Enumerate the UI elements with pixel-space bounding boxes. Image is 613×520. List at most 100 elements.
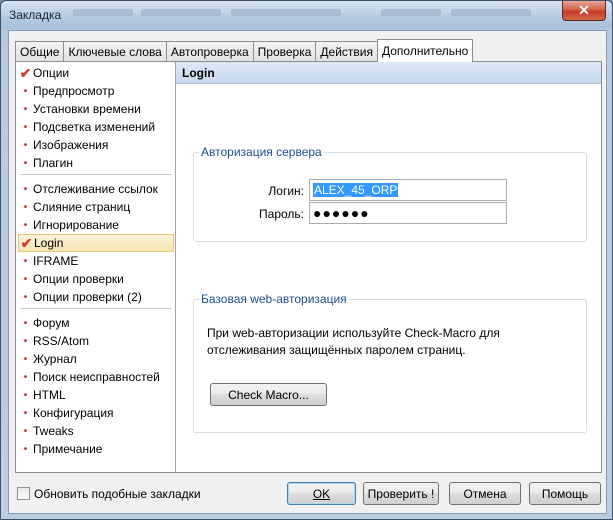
nav-item-html[interactable]: • HTML: [18, 386, 174, 404]
web-auth-description-line: отслеживания защищённых паролем страниц.: [207, 343, 466, 357]
nav-item-label: HTML: [33, 388, 66, 402]
pane-header: Login: [176, 62, 601, 84]
nav-item-check-options-2[interactable]: • Опции проверки (2): [18, 288, 174, 306]
nav-item-label: Плагин: [33, 156, 74, 170]
nav-item-check-options[interactable]: • Опции проверки: [18, 270, 174, 288]
nav-item-label: Отслеживание ссылок: [33, 182, 158, 196]
update-similar-label: Обновить подобные закладки: [34, 487, 201, 501]
nav-item-images[interactable]: • Изображения: [18, 136, 174, 154]
password-field[interactable]: ●●●●●●: [309, 202, 507, 224]
tab-actions[interactable]: Действия: [315, 41, 378, 61]
nav-item-label: Предпросмотр: [33, 84, 115, 98]
check-icon: ✔: [20, 234, 33, 251]
nav-item-configuration[interactable]: • Конфигурация: [18, 404, 174, 422]
nav-item-label: Игнорирование: [33, 218, 119, 232]
server-auth-group-title: Авторизация сервера: [199, 145, 324, 159]
bullet-icon: •: [23, 103, 28, 115]
nav-item-label: Tweaks: [33, 424, 74, 438]
nav-item-time-settings[interactable]: • Установки времени: [18, 100, 174, 118]
nav-item-notes[interactable]: • Примечание: [18, 440, 174, 458]
nav-item-login[interactable]: ✔ Login: [18, 234, 174, 252]
nav-item-page-merge[interactable]: • Слияние страниц: [18, 198, 174, 216]
cancel-button[interactable]: Отмена: [449, 482, 521, 505]
login-field-value: ALEX_45_ORP: [313, 183, 399, 197]
web-auth-group: Базовая web-авторизация При web-авториза…: [193, 292, 587, 433]
options-nav-list: ✔ Опции • Предпросмотр • Установки времени …: [16, 62, 176, 472]
window-title: Закладка: [9, 8, 62, 22]
nav-item-forum[interactable]: • Форум: [18, 314, 174, 332]
nav-item-journal[interactable]: • Журнал: [18, 350, 174, 368]
login-field[interactable]: ALEX_45_ORP: [309, 179, 507, 201]
bullet-icon: •: [23, 425, 28, 437]
tab-check[interactable]: Проверка: [252, 41, 317, 61]
nav-item-label: Опции: [33, 66, 70, 80]
close-button[interactable]: ✕: [562, 1, 606, 21]
tab-strip: Общие Ключевые слова Автопроверка Провер…: [15, 39, 474, 62]
tab-keywords[interactable]: Ключевые слова: [63, 41, 167, 61]
nav-item-label: IFRAME: [33, 254, 79, 268]
nav-item-label: Форум: [33, 316, 70, 330]
password-field-value: ●●●●●●: [313, 205, 370, 221]
nav-item-label: Журнал: [33, 352, 77, 366]
bullet-icon: •: [23, 389, 28, 401]
nav-item-rss-atom[interactable]: • RSS/Atom: [18, 332, 174, 350]
tab-advanced[interactable]: Дополнительно: [376, 39, 474, 62]
check-now-button[interactable]: Проверить !: [363, 482, 439, 505]
title-bar-background: [141, 9, 221, 16]
nav-item-iframe[interactable]: • IFRAME: [18, 252, 174, 270]
bullet-icon: •: [23, 273, 28, 285]
nav-item-plugin[interactable]: • Плагин: [18, 154, 174, 172]
nav-separator: [20, 174, 172, 175]
bullet-icon: •: [23, 121, 28, 133]
bullet-icon: •: [23, 353, 28, 365]
bullet-icon: •: [23, 255, 28, 267]
title-bar-background: [381, 9, 441, 16]
nav-item-tweaks[interactable]: • Tweaks: [18, 422, 174, 440]
nav-item-label: Подсветка изменений: [33, 120, 156, 134]
nav-separator: [20, 308, 172, 309]
update-similar-checkbox[interactable]: [17, 487, 30, 500]
check-macro-button[interactable]: Check Macro...: [210, 383, 327, 406]
nav-item-label: Слияние страниц: [33, 200, 131, 214]
bullet-icon: •: [23, 183, 28, 195]
nav-item-preview[interactable]: • Предпросмотр: [18, 82, 174, 100]
help-button[interactable]: Помощь: [529, 482, 601, 505]
title-bar[interactable]: Закладка ✕: [1, 1, 612, 29]
tab-general[interactable]: Общие: [15, 41, 65, 61]
title-bar-background: [231, 9, 341, 16]
bullet-icon: •: [23, 157, 28, 169]
close-icon: ✕: [578, 2, 590, 18]
nav-item-label: RSS/Atom: [33, 334, 90, 348]
server-auth-group: Авторизация сервера Логин: ALEX_45_ORP П…: [193, 145, 587, 242]
nav-item-label: Конфигурация: [33, 406, 114, 420]
nav-item-options[interactable]: ✔ Опции: [18, 64, 174, 82]
bullet-icon: •: [23, 139, 28, 151]
bullet-icon: •: [23, 371, 28, 383]
nav-item-label: Поиск неисправностей: [33, 370, 160, 384]
bullet-icon: •: [23, 201, 28, 213]
tab-panel-advanced: ✔ Опции • Предпросмотр • Установки времени …: [15, 61, 602, 473]
nav-item-troubleshooting[interactable]: • Поиск неисправностей: [18, 368, 174, 386]
bullet-icon: •: [23, 291, 28, 303]
check-icon: ✔: [19, 64, 32, 81]
nav-item-label: Изображения: [33, 138, 109, 152]
dialog-client-area: Общие Ключевые слова Автопроверка Провер…: [8, 30, 607, 514]
nav-item-label: Опции проверки: [33, 272, 124, 286]
nav-item-label: Опции проверки (2): [33, 290, 142, 304]
title-bar-background: [451, 9, 531, 16]
web-auth-group-title: Базовая web-авторизация: [199, 292, 349, 306]
bullet-icon: •: [23, 85, 28, 97]
web-auth-description-line: При web-авторизации используйте Check-Ma…: [207, 326, 500, 340]
nav-item-link-tracking[interactable]: • Отслеживание ссылок: [18, 180, 174, 198]
ok-button[interactable]: OK: [287, 482, 356, 505]
web-auth-description: При web-авторизации используйте Check-Ma…: [207, 325, 577, 359]
nav-item-label: Login: [34, 236, 64, 250]
tab-autocheck[interactable]: Автопроверка: [165, 41, 254, 61]
bullet-icon: •: [23, 219, 28, 231]
nav-item-highlight-changes[interactable]: • Подсветка изменений: [18, 118, 174, 136]
nav-item-label: Примечание: [33, 442, 103, 456]
title-bar-background: [73, 9, 133, 16]
bullet-icon: •: [23, 317, 28, 329]
nav-item-ignore[interactable]: • Игнорирование: [18, 216, 174, 234]
bullet-icon: •: [23, 407, 28, 419]
